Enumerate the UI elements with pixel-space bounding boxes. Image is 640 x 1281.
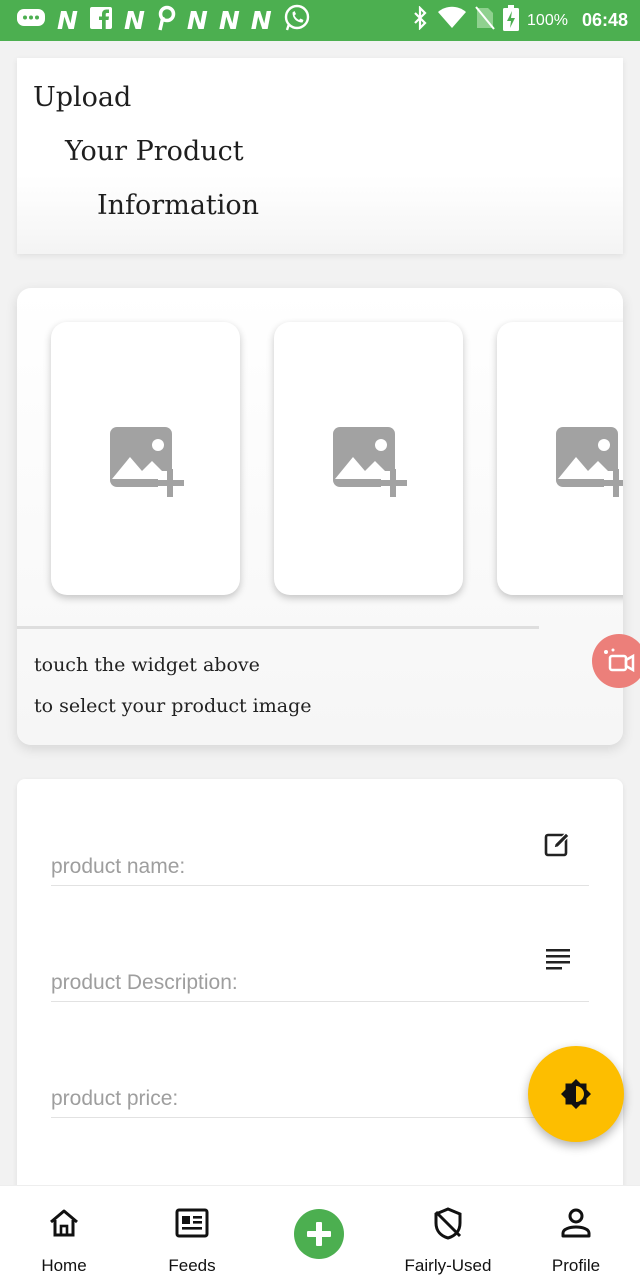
n-app-icon: N (186, 6, 208, 35)
nav-profile[interactable]: Profile (512, 1186, 640, 1281)
screen-record-bubble[interactable] (592, 634, 640, 688)
image-slot-2[interactable] (274, 322, 463, 595)
shield-off-icon (434, 1207, 462, 1240)
nav-profile-label: Profile (551, 1256, 601, 1275)
header-title-line-2: Your Product (65, 136, 244, 167)
nav-fairly-used-label: Fairly-Used (404, 1256, 492, 1275)
video-camera-icon (604, 648, 635, 673)
battery-charging-icon (503, 5, 520, 36)
status-bar: N N N N N 100% 06:48 (0, 0, 640, 41)
n-app-icon: N (123, 6, 145, 35)
n-app-icon: N (57, 6, 78, 35)
nav-fairly-used[interactable]: Fairly-Used (384, 1186, 512, 1281)
image-slot-3[interactable] (497, 322, 623, 595)
product-price-field (51, 1061, 589, 1118)
clock: 06:48 (581, 10, 628, 30)
edit-icon (544, 832, 570, 857)
feeds-icon (175, 1208, 209, 1238)
wifi-icon (437, 6, 467, 35)
no-sim-icon (475, 6, 495, 35)
bluetooth-icon (411, 5, 429, 35)
header-card: Upload Your Product Information (17, 58, 623, 254)
header-title-line-1: Upload (33, 82, 132, 113)
brightness-icon (561, 1079, 591, 1109)
image-picker-card: touch the widget above to select your pr… (17, 288, 623, 745)
image-hint-line-2: to select your product image (34, 695, 312, 717)
nav-feeds-label: Feeds (168, 1256, 216, 1275)
product-name-input[interactable] (51, 855, 521, 879)
nav-feeds[interactable]: Feeds (128, 1186, 256, 1281)
nav-add-button[interactable] (294, 1209, 344, 1259)
person-icon (561, 1208, 591, 1238)
add-photo-icon (332, 426, 407, 497)
pinterest-icon (156, 5, 176, 36)
whatsapp-icon (283, 4, 311, 37)
product-name-field (51, 829, 589, 886)
add-photo-icon (555, 426, 623, 497)
facebook-icon (89, 6, 113, 35)
n-app-icon: N (250, 6, 272, 35)
nav-home[interactable]: Home (0, 1186, 128, 1281)
n-app-icon: N (218, 6, 240, 35)
system-icons: 100% 06:48 (411, 5, 628, 36)
image-slot-1[interactable] (51, 322, 240, 595)
bottom-navigation: Home Feeds Fairly-Used Profile (0, 1185, 640, 1281)
image-hint-line-1: touch the widget above (34, 654, 260, 676)
description-icon (546, 949, 570, 970)
message-icon (16, 7, 46, 34)
add-photo-icon (109, 426, 184, 497)
theme-toggle-button[interactable] (528, 1046, 624, 1142)
notification-icons: N N N N N (16, 4, 411, 37)
product-form-card (17, 779, 623, 1199)
battery-percentage: 100% (527, 11, 568, 29)
home-icon (50, 1209, 78, 1237)
nav-home-label: Home (41, 1256, 87, 1275)
product-price-input[interactable] (51, 1087, 521, 1111)
header-title-line-3: Information (97, 190, 260, 221)
product-description-input[interactable] (51, 971, 521, 995)
product-description-field (51, 945, 589, 1002)
horizontal-scrollbar[interactable] (17, 626, 539, 629)
plus-icon (307, 1222, 331, 1246)
